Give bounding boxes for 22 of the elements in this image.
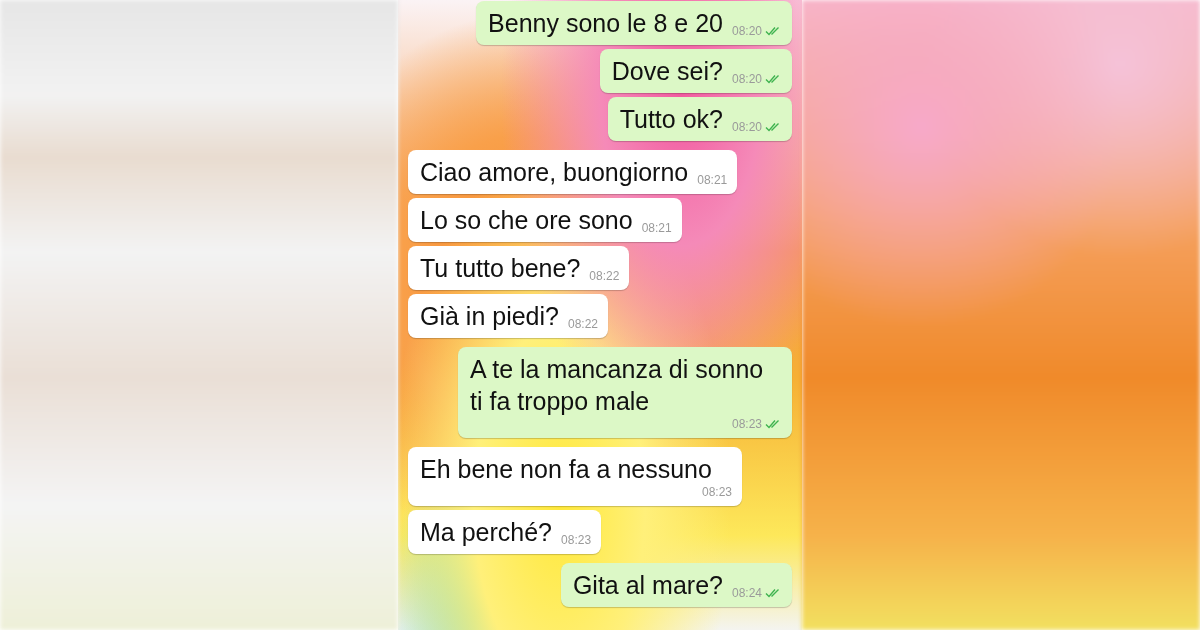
message-text: Tutto ok?: [619, 104, 723, 135]
message-time: 08:23: [731, 417, 762, 431]
message-text: Benny sono le 8 e 20: [488, 8, 723, 39]
message-time: 08:20: [731, 24, 762, 38]
message-time: 08:24: [731, 586, 762, 600]
message-text: Eh bene non fa a nessuno: [420, 454, 712, 485]
message-text: A te la mancanza di sonno ti fa troppo male: [470, 354, 765, 417]
message-time: 08:22: [568, 317, 598, 331]
message-text: Tu tutto bene?: [420, 253, 581, 284]
message-text: Ciao amore, buongiorno: [420, 157, 689, 188]
message-time: 08:22: [589, 269, 620, 283]
message-text: Ma perché?: [420, 517, 553, 548]
message-text: Gita al mare?: [572, 570, 723, 601]
message-text: Lo so che ore sono: [420, 205, 633, 236]
message-time: 08:20: [731, 120, 762, 134]
message-text: Dove sei?: [611, 56, 723, 87]
message-time: 08:23: [561, 533, 592, 547]
message-time: 08:21: [641, 221, 672, 235]
message-text: Già in piedi?: [420, 301, 559, 332]
message-time: 08:20: [731, 72, 762, 86]
message-time: 08:23: [701, 485, 732, 499]
message-time: 08:21: [697, 173, 728, 187]
